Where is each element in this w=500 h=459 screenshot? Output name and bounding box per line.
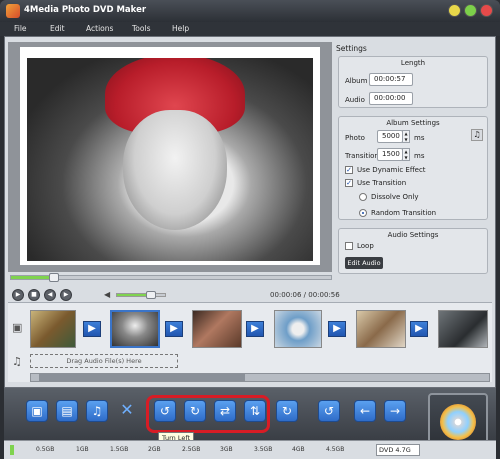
next-button[interactable]: ▶ — [60, 289, 72, 301]
menu-tools[interactable]: Tools — [132, 24, 150, 33]
delete-icon[interactable]: ✕ — [116, 400, 138, 422]
album-settings-group: Album Settings Photo 5000 ▲ ▼ ms Transiti… — [338, 116, 488, 220]
audio-drop-zone[interactable]: Drag Audio File(s) Here — [30, 354, 178, 368]
capacity-bar: 0.5GB 1GB 1.5GB 2GB 2.5GB 3GB 3.5GB 4GB … — [4, 440, 496, 459]
preview-photo — [27, 58, 313, 261]
stop-button[interactable]: ■ — [28, 289, 40, 301]
window-title: 4Media Photo DVD Maker — [24, 5, 147, 15]
volume-icon: ◀ — [104, 290, 111, 299]
transition-tile[interactable]: ▶ — [246, 321, 264, 337]
photo-duration-label: Photo — [345, 134, 365, 142]
photo-thumbnail[interactable] — [438, 310, 488, 348]
photo-duration-spinner[interactable]: ▲ ▼ — [402, 130, 410, 143]
burn-disc-icon — [440, 404, 476, 440]
transition-duration-label: Transition — [345, 152, 379, 160]
capacity-tick: 3GB — [220, 446, 233, 453]
photo-thumbnail-selected[interactable] — [110, 310, 160, 348]
capacity-tick: 4GB — [292, 446, 305, 453]
progress-thumb[interactable] — [48, 273, 59, 282]
photo-face — [123, 110, 227, 230]
maximize-button[interactable] — [464, 4, 477, 17]
app-logo-icon — [6, 4, 20, 18]
random-transition-label: Random Transition — [371, 209, 437, 217]
photo-thumbnail[interactable] — [192, 310, 242, 348]
title-bar: 4Media Photo DVD Maker — [0, 0, 500, 22]
album-settings-title: Album Settings — [386, 119, 440, 127]
transition-unit-label: ms — [414, 152, 425, 160]
play-button[interactable]: ▶ — [12, 289, 24, 301]
add-photo-icon[interactable]: ▣ — [26, 400, 48, 422]
progress-fill — [11, 276, 53, 279]
disc-type-select[interactable]: DVD 4.7G — [376, 444, 420, 456]
capacity-tick: 1GB — [76, 446, 89, 453]
add-music-icon[interactable]: ♫ — [86, 400, 108, 422]
add-folder-icon[interactable]: ▤ — [56, 400, 78, 422]
storyboard-timeline: ▣ ▶ ▶ ▶ ▶ ▶ ♫ Drag Audio File(s) Here — [8, 302, 492, 382]
capacity-tick: 2.5GB — [182, 446, 201, 453]
length-group: Length Album 00:00:57 Audio 00:00:00 — [338, 56, 488, 108]
capacity-tick: 2GB — [148, 446, 161, 453]
photo-duration-field[interactable]: 5000 — [377, 130, 403, 143]
close-button[interactable] — [480, 4, 493, 17]
photo-track-icon: ▣ — [12, 321, 23, 334]
capacity-tick: 4.5GB — [326, 446, 345, 453]
menu-file[interactable]: File — [14, 24, 27, 33]
redo-icon[interactable]: ↻ — [276, 400, 298, 422]
move-right-icon[interactable]: → — [384, 400, 406, 422]
transition-tile[interactable]: ▶ — [165, 321, 183, 337]
timeline-scrollbar[interactable] — [30, 373, 490, 382]
undo-icon[interactable]: ↺ — [318, 400, 340, 422]
photo-thumbnail[interactable] — [274, 310, 322, 348]
photo-thumbnail[interactable] — [30, 310, 76, 348]
dissolve-only-label: Dissolve Only — [371, 193, 419, 201]
use-transition-label: Use Transition — [357, 179, 407, 187]
audio-settings-title: Audio Settings — [387, 231, 439, 239]
capacity-tick: 3.5GB — [254, 446, 273, 453]
album-length-label: Album — [345, 77, 368, 85]
music-note-icon[interactable]: ♫ — [471, 129, 483, 141]
photo-thumbnail[interactable] — [356, 310, 406, 348]
settings-panel: Settings Length Album 00:00:57 Audio 00:… — [334, 42, 492, 298]
transition-tile[interactable]: ▶ — [410, 321, 428, 337]
transition-duration-field[interactable]: 1500 — [377, 148, 403, 161]
menu-help[interactable]: Help — [172, 24, 189, 33]
move-left-icon[interactable]: ← — [354, 400, 376, 422]
loop-checkbox[interactable] — [345, 242, 353, 250]
preview-progress-slider[interactable] — [10, 273, 332, 282]
timeline-scroll-thumb[interactable] — [39, 374, 245, 381]
audio-length-label: Audio — [345, 96, 365, 104]
album-length-field[interactable]: 00:00:57 — [369, 73, 413, 86]
audio-settings-group: Audio Settings Loop Edit Audio — [338, 228, 488, 274]
transition-duration-spinner[interactable]: ▲ ▼ — [402, 148, 410, 161]
loop-label: Loop — [357, 242, 374, 250]
rotate-tools-highlight — [146, 395, 270, 433]
edit-audio-button[interactable]: Edit Audio — [345, 257, 383, 269]
audio-length-field[interactable]: 00:00:00 — [369, 92, 413, 105]
menu-actions[interactable]: Actions — [86, 24, 113, 33]
settings-title: Settings — [336, 44, 367, 53]
menu-bar: File Edit Actions Tools Help — [0, 22, 500, 36]
length-title: Length — [400, 59, 426, 67]
volume-slider[interactable] — [116, 291, 166, 299]
audio-track-icon: ♫ — [12, 355, 22, 368]
use-dynamic-effect-label: Use Dynamic Effect — [357, 166, 426, 174]
time-current: 00:00:06 — [270, 291, 302, 299]
menu-edit[interactable]: Edit — [50, 24, 65, 33]
minimize-button[interactable] — [448, 4, 461, 17]
random-transition-radio[interactable] — [359, 209, 367, 217]
transition-tile[interactable]: ▶ — [328, 321, 346, 337]
time-display: 00:00:06 / 00:00:56 — [270, 291, 340, 299]
dissolve-only-radio[interactable] — [359, 193, 367, 201]
transition-tile[interactable]: ▶ — [83, 321, 101, 337]
use-transition-checkbox[interactable]: ✓ — [345, 179, 353, 187]
capacity-tick: 0.5GB — [36, 446, 55, 453]
use-dynamic-effect-checkbox[interactable]: ✓ — [345, 166, 353, 174]
photo-unit-label: ms — [414, 134, 425, 142]
capacity-used-fill — [10, 445, 14, 455]
volume-thumb[interactable] — [145, 291, 156, 299]
previous-button[interactable]: ◀ — [44, 289, 56, 301]
capacity-tick: 1.5GB — [110, 446, 129, 453]
